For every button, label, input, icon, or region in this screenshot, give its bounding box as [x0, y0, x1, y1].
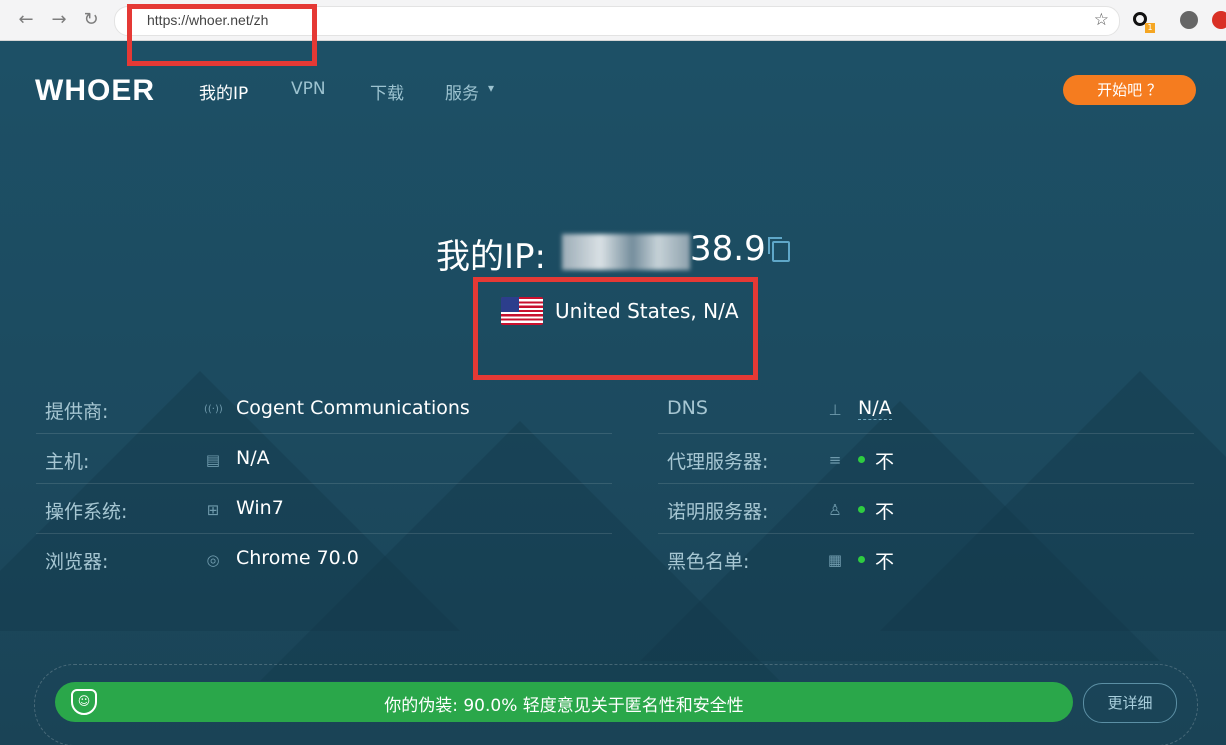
dns-value[interactable]: N/A	[858, 397, 892, 420]
anonymizer-value: 不	[875, 501, 895, 523]
chrome-icon: ◎	[206, 551, 220, 569]
divider	[658, 433, 1194, 434]
disguise-text: 你的伪装: 90.0% 轻度意见关于匿名性和安全性	[384, 696, 744, 716]
highlight-box-url	[127, 4, 317, 66]
divider	[36, 433, 612, 434]
network-icon: ⊥	[828, 401, 842, 419]
proxy-value: 不	[875, 451, 895, 473]
status-dot	[858, 506, 865, 513]
get-started-button[interactable]: 开始吧 ？	[1063, 75, 1196, 105]
more-details-button[interactable]: 更详细	[1083, 683, 1177, 723]
nav-download[interactable]: 下载	[370, 79, 404, 104]
bookmark-star-icon[interactable]: ☆	[1094, 10, 1109, 30]
divider	[36, 483, 612, 484]
forward-icon[interactable]: →	[48, 9, 70, 31]
server-icon: ▤	[205, 451, 221, 469]
signal-icon: ((·))	[204, 404, 223, 415]
nav-services[interactable]: 服务	[445, 79, 479, 104]
copy-icon[interactable]	[768, 237, 790, 262]
ip-value: 38.9	[690, 229, 766, 269]
extension-red-icon[interactable]	[1212, 11, 1226, 29]
divider	[658, 533, 1194, 534]
os-value: Win7	[236, 497, 284, 519]
proxy-label: 代理服务器:	[667, 451, 769, 473]
reload-icon[interactable]: ↻	[80, 9, 102, 31]
database-icon: ≡	[828, 451, 842, 469]
back-icon[interactable]: ←	[15, 9, 37, 31]
ip-label: 我的IP:	[436, 237, 546, 277]
windows-icon: ⊞	[206, 501, 220, 519]
nav-vpn[interactable]: VPN	[291, 79, 326, 99]
browser-label: 浏览器:	[45, 551, 109, 573]
dns-label: DNS	[667, 397, 708, 419]
host-value: N/A	[236, 447, 270, 469]
whoer-logo[interactable]: WHOER	[35, 74, 155, 108]
ip-redacted	[562, 234, 690, 270]
status-dot	[858, 556, 865, 563]
isp-value: Cogent Communications	[236, 397, 470, 419]
os-label: 操作系统:	[45, 501, 128, 523]
whoer-page: WHOER 我的IP VPN 下载 服务 ▾ 开始吧 ？ 我的IP: 38.9 …	[0, 41, 1226, 745]
profile-icon[interactable]	[1180, 11, 1198, 29]
blacklist-label: 黑色名单:	[667, 551, 750, 573]
isp-label: 提供商:	[45, 401, 109, 423]
host-label: 主机:	[45, 451, 90, 473]
browser-value: Chrome 70.0	[236, 547, 359, 569]
divider	[36, 533, 612, 534]
user-icon: ♙	[828, 501, 842, 519]
anonymizer-label: 诺明服务器:	[667, 501, 769, 523]
status-dot	[858, 456, 865, 463]
blacklist-value: 不	[875, 551, 895, 573]
divider	[658, 483, 1194, 484]
list-icon: ▦	[827, 551, 843, 569]
nav-my-ip[interactable]: 我的IP	[199, 79, 248, 104]
highlight-box-location	[473, 277, 758, 380]
chevron-down-icon[interactable]: ▾	[488, 81, 494, 95]
extension-badge: 1	[1145, 23, 1155, 33]
background-mountain	[880, 371, 1226, 631]
